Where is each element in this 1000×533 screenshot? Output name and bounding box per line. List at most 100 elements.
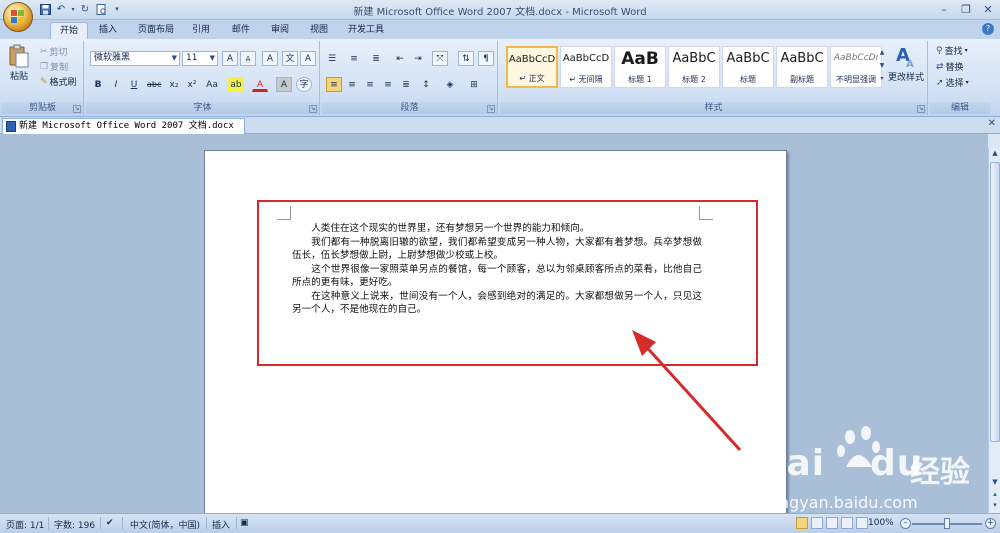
style-subtle-emphasis[interactable]: AaBbCcDı 不明显强调 — [830, 46, 882, 88]
replace-label: 替换 — [945, 63, 964, 73]
font-launcher-icon[interactable]: ↘ — [309, 105, 317, 113]
copy-button[interactable]: ❐ 复制 — [40, 60, 68, 74]
language-indicator[interactable]: 中文(简体，中国) — [130, 518, 200, 531]
paragraph-launcher-icon[interactable]: ↘ — [487, 105, 495, 113]
outline-view-icon[interactable] — [841, 517, 853, 529]
scroll-up-icon[interactable]: ▲ — [990, 149, 1000, 160]
clipboard-launcher-icon[interactable]: ↘ — [73, 105, 81, 113]
font-group: 微软雅黑 ▼ 11 ▼ A A A 文 A B I U abc x₂ x² Aa a… — [86, 41, 320, 115]
zoom-slider-thumb[interactable] — [944, 518, 950, 529]
next-page-icon[interactable]: ▾ — [990, 501, 1000, 512]
tab-review[interactable]: 审阅 — [267, 22, 293, 39]
increase-indent-icon[interactable]: ⇥ — [410, 51, 426, 66]
style-no-spacing[interactable]: AaBbCcD ↵ 无间隔 — [560, 46, 612, 88]
align-center-icon[interactable]: ≡ — [344, 77, 360, 92]
insert-mode[interactable]: 插入 — [212, 518, 230, 531]
page-indicator[interactable]: 页面: 1/1 — [6, 518, 44, 531]
office-button[interactable] — [3, 2, 33, 32]
chevron-down-icon: ▼ — [171, 54, 177, 62]
subscript-button[interactable]: x₂ — [166, 77, 182, 92]
style-subtitle[interactable]: AaBbC 副标题 — [776, 46, 828, 88]
multilevel-list-icon[interactable]: ≣ — [368, 51, 384, 66]
font-size-combo[interactable]: 11 ▼ — [182, 51, 218, 66]
enclose-char-icon[interactable]: 字 — [296, 77, 312, 92]
shrink-font-icon[interactable]: A — [240, 51, 256, 66]
scroll-down-icon[interactable]: ▼ — [990, 478, 1000, 489]
bold-button[interactable]: B — [90, 77, 106, 92]
line-spacing-icon[interactable]: ↕ — [418, 77, 434, 92]
draft-view-icon[interactable] — [856, 517, 868, 529]
tab-references[interactable]: 引用 — [188, 22, 214, 39]
sort-icon[interactable]: ⇅ — [458, 51, 474, 66]
format-painter-button[interactable]: ✎ 格式刷 — [40, 75, 77, 89]
document-tab[interactable]: 新建 Microsoft Office Word 2007 文档.docx * — [2, 118, 245, 145]
tab-developer[interactable]: 开发工具 — [344, 22, 388, 39]
align-left-icon[interactable]: ≡ — [326, 77, 342, 92]
style-name: 标题 2 — [682, 75, 706, 84]
distribute-icon[interactable]: ≣ — [398, 77, 414, 92]
change-styles-button[interactable]: A A 更改样式 — [888, 43, 924, 83]
paste-button[interactable]: 粘贴 — [8, 44, 30, 82]
underline-button[interactable]: U — [126, 77, 142, 92]
strikethrough-button[interactable]: abc — [146, 77, 162, 92]
highlight-icon[interactable]: ab — [228, 77, 244, 92]
tab-mailings[interactable]: 邮件 — [228, 22, 254, 39]
zoom-level[interactable]: 100% — [868, 518, 894, 528]
clipboard-group-label: 剪贴板 — [2, 102, 83, 114]
help-icon[interactable]: ? — [982, 23, 994, 35]
web-layout-icon[interactable] — [826, 517, 838, 529]
style-normal[interactable]: AaBbCcD ↵ 正文 — [506, 46, 558, 88]
font-color-button[interactable]: A — [252, 77, 268, 92]
proofing-icon[interactable]: ✔ — [106, 518, 114, 528]
styles-launcher-icon[interactable]: ↘ — [917, 105, 925, 113]
replace-button[interactable]: ⇄ 替换 — [936, 60, 964, 74]
vertical-scrollbar[interactable]: ▲ ▼ ▴ ▾ — [988, 148, 1000, 513]
macro-record-icon[interactable]: ▣ — [240, 518, 249, 528]
clear-format-icon[interactable]: A — [262, 51, 278, 66]
styles-scroll[interactable]: ▲ ▼ ▾ — [878, 46, 886, 88]
font-name-combo[interactable]: 微软雅黑 ▼ — [90, 51, 180, 66]
prev-page-icon[interactable]: ▴ — [990, 490, 1000, 501]
justify-icon[interactable]: ≡ — [380, 77, 396, 92]
superscript-button[interactable]: x² — [184, 77, 200, 92]
numbering-icon[interactable]: ≡ — [346, 51, 362, 66]
align-right-icon[interactable]: ≡ — [362, 77, 378, 92]
char-border-icon[interactable]: A — [300, 51, 316, 66]
scrollbar-thumb[interactable] — [990, 162, 1000, 442]
style-heading-1[interactable]: AaB 标题 1 — [614, 46, 666, 88]
shading-icon[interactable]: ◈ — [442, 77, 458, 92]
zoom-out-icon[interactable]: – — [900, 518, 911, 529]
close-icon[interactable]: ✕ — [980, 1, 996, 17]
full-screen-reading-icon[interactable] — [811, 517, 823, 529]
italic-button[interactable]: I — [108, 77, 124, 92]
phonetic-guide-icon[interactable]: 文 — [282, 51, 298, 66]
style-heading-2[interactable]: AaBbC 标题 2 — [668, 46, 720, 88]
char-shading-icon[interactable]: A — [276, 77, 292, 92]
select-button[interactable]: ➚ 选择 ▾ — [936, 76, 969, 90]
find-button[interactable]: ⚲ 查找 ▾ — [936, 44, 968, 58]
minimize-icon[interactable]: – — [936, 1, 952, 17]
style-title[interactable]: AaBbC 标题 — [722, 46, 774, 88]
close-icon[interactable]: ✕ — [988, 118, 996, 129]
tab-home[interactable]: 开始 — [50, 22, 88, 39]
restore-icon[interactable]: ❐ — [958, 1, 974, 17]
word-count[interactable]: 字数: 196 — [54, 518, 95, 531]
style-name: 标题 — [740, 75, 756, 84]
ruler-toggle-icon[interactable] — [988, 134, 1000, 148]
borders-icon[interactable]: ⊞ — [466, 77, 482, 92]
clipboard-group: 粘贴 ✂ 剪切 ❐ 复制 ✎ 格式刷 剪贴板 ↘ — [2, 41, 84, 115]
tab-insert[interactable]: 插入 — [95, 22, 121, 39]
change-case-button[interactable]: Aa — [204, 77, 220, 92]
replace-icon: ⇄ — [936, 61, 944, 72]
print-layout-view-icon[interactable] — [796, 517, 808, 529]
paintbrush-icon: ✎ — [40, 76, 48, 87]
cut-button[interactable]: ✂ 剪切 — [40, 45, 68, 59]
tab-view[interactable]: 视图 — [306, 22, 332, 39]
chinese-layout-icon[interactable]: ⤧ — [432, 51, 448, 66]
tab-page-layout[interactable]: 页面布局 — [134, 22, 178, 39]
grow-font-icon[interactable]: A — [222, 51, 238, 66]
bullets-icon[interactable]: ☰ — [324, 51, 340, 66]
show-marks-icon[interactable]: ¶ — [478, 51, 494, 66]
zoom-in-icon[interactable]: + — [985, 518, 996, 529]
decrease-indent-icon[interactable]: ⇤ — [392, 51, 408, 66]
